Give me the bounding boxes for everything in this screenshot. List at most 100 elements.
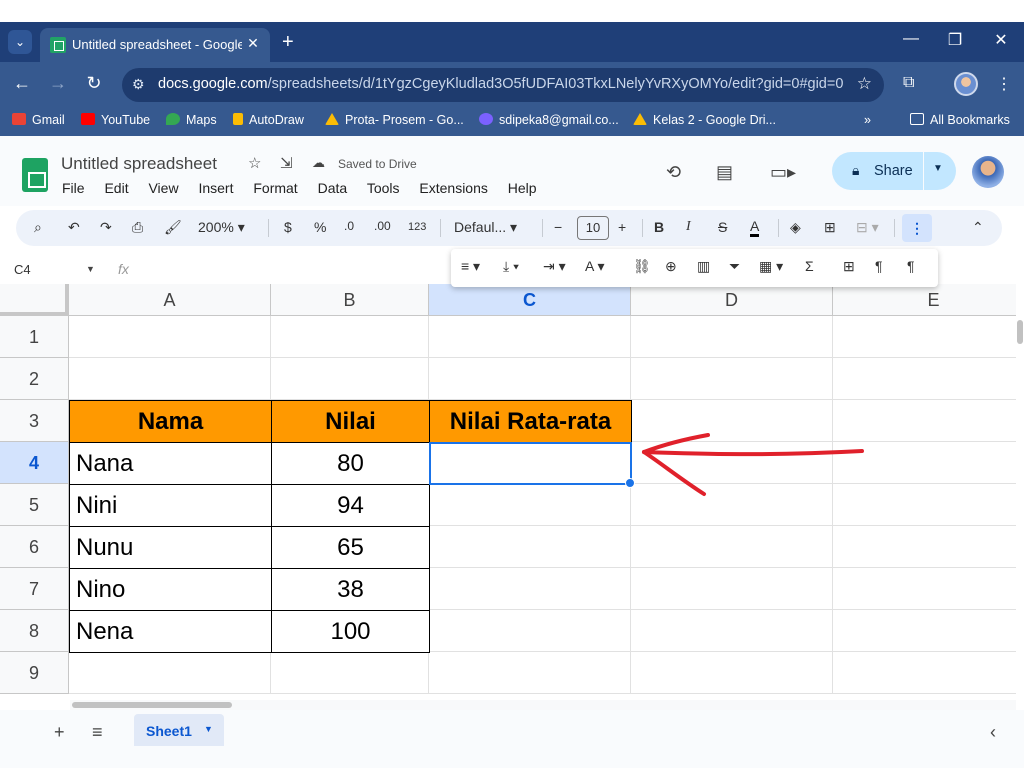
number-format-button[interactable]: 123 (408, 221, 426, 233)
all-sheets-icon[interactable]: ≡ (92, 722, 103, 743)
column-header-e[interactable]: E (833, 284, 1016, 316)
cell-a1[interactable] (69, 316, 271, 358)
cell-b2[interactable] (271, 358, 429, 400)
increase-font-size-button[interactable]: + (618, 219, 626, 235)
cell-b6[interactable]: 65 (271, 526, 430, 569)
comments-icon[interactable]: ▤ (716, 162, 733, 183)
cell-b7[interactable]: 38 (271, 568, 430, 611)
minimize-icon[interactable]: — (896, 30, 926, 48)
text-wrapping-icon[interactable]: ⇥ ▾ (543, 258, 566, 275)
all-bookmarks[interactable]: All Bookmarks (910, 113, 1010, 127)
menu-extensions[interactable]: Extensions (419, 180, 487, 196)
percent-format-button[interactable]: % (314, 219, 326, 235)
font-size-input[interactable]: 10 (577, 216, 609, 240)
back-arrow-icon[interactable]: ← (10, 73, 34, 94)
decrease-font-size-button[interactable]: − (554, 219, 562, 235)
zoom-select[interactable]: 200% ▾ (198, 219, 245, 236)
sheets-logo-icon[interactable] (22, 158, 48, 192)
search-menus-icon[interactable]: ⌕ (34, 219, 42, 236)
menu-format[interactable]: Format (253, 180, 297, 196)
row-header-5[interactable]: 5 (0, 484, 69, 526)
functions-icon[interactable]: Σ (805, 258, 814, 274)
menu-data[interactable]: Data (318, 180, 348, 196)
url-field[interactable]: ⚙ docs.google.com/spreadsheets/d/1tYgzCg… (122, 68, 884, 102)
text-color-button[interactable]: A (750, 219, 760, 237)
browser-tab[interactable]: Untitled spreadsheet - Google S ✕ (40, 28, 270, 62)
column-header-a[interactable]: A (69, 284, 271, 316)
bookmark-youtube[interactable]: YouTube (81, 113, 150, 127)
horizontal-align-icon[interactable]: ≡ ▾ (461, 258, 480, 275)
version-history-icon[interactable]: ⟲ (666, 162, 681, 183)
increase-decimal-button[interactable]: .00 (374, 219, 391, 233)
row-header-2[interactable]: 2 (0, 358, 69, 400)
row-header-4[interactable]: 4 (0, 442, 69, 484)
cell-a2[interactable] (69, 358, 271, 400)
browser-profile-avatar[interactable] (954, 72, 978, 96)
cell-e2[interactable] (833, 358, 1016, 400)
cell-a6[interactable]: Nunu (69, 526, 272, 569)
collapse-toolbar-icon[interactable]: ⌃ (972, 219, 984, 236)
tab-close-icon[interactable]: ✕ (244, 34, 262, 52)
horizontal-scroll-thumb[interactable] (72, 702, 232, 708)
cell-a9[interactable] (69, 652, 271, 694)
active-cell-selection[interactable] (429, 442, 635, 488)
bookmark-gmail[interactable]: Gmail (12, 113, 65, 127)
cell-c9[interactable] (429, 652, 631, 694)
sheet-tab-dropdown-icon[interactable]: ▼ (204, 724, 213, 734)
cell-e1[interactable] (833, 316, 1016, 358)
cell-d7[interactable] (631, 568, 833, 610)
menu-tools[interactable]: Tools (367, 180, 400, 196)
restore-icon[interactable]: ❐ (940, 30, 970, 50)
cell-c2[interactable] (429, 358, 631, 400)
cell-b1[interactable] (271, 316, 429, 358)
left-to-right-icon[interactable]: ¶ (875, 258, 883, 274)
undo-icon[interactable]: ↶ (68, 219, 80, 236)
header-cell-nilai-rata-rata[interactable]: Nilai Rata-rata (429, 400, 632, 443)
cell-a4[interactable]: Nana (69, 442, 272, 485)
column-header-b[interactable]: B (271, 284, 429, 316)
bookmark-prota[interactable]: Prota- Prosem - Go... (325, 113, 464, 127)
text-rotation-icon[interactable]: A ▾ (585, 258, 604, 275)
name-box-dropdown-icon[interactable]: ▼ (86, 264, 95, 274)
insert-link-icon[interactable]: ⛓︎ (633, 258, 651, 275)
row-header-1[interactable]: 1 (0, 316, 69, 358)
menu-help[interactable]: Help (508, 180, 537, 196)
merge-cells-icon[interactable]: ⊟ ▾ (856, 219, 879, 236)
cell-d1[interactable] (631, 316, 833, 358)
row-header-9[interactable]: 9 (0, 652, 69, 694)
redo-icon[interactable]: ↷ (100, 219, 112, 236)
site-info-icon[interactable]: ⚙ (132, 76, 145, 93)
document-title[interactable]: Untitled spreadsheet (61, 154, 217, 174)
move-folder-icon[interactable]: ⇲ (280, 154, 293, 172)
explore-collapse-icon[interactable]: ‹ (990, 722, 996, 743)
account-avatar[interactable] (972, 156, 1004, 188)
insert-comment-icon[interactable]: ⊕ (665, 258, 677, 275)
filter-icon[interactable]: ⏷ (729, 258, 740, 275)
decrease-decimal-button[interactable]: .0 (344, 219, 354, 233)
fill-color-icon[interactable]: ◈ (790, 219, 801, 236)
extensions-puzzle-icon[interactable]: ⧉ (903, 74, 914, 92)
share-button[interactable]: 🔒︎ Share ▼ (832, 152, 956, 190)
add-sheet-icon[interactable]: + (54, 722, 65, 743)
column-header-d[interactable]: D (631, 284, 833, 316)
more-tools-button[interactable]: ⋮ (902, 214, 932, 242)
cell-d8[interactable] (631, 610, 833, 652)
cell-a7[interactable]: Nino (69, 568, 272, 611)
cell-c7[interactable] (429, 568, 631, 610)
right-to-left-icon[interactable]: ¶ (907, 258, 915, 274)
bookmark-autodraw[interactable]: AutoDraw (233, 113, 304, 127)
star-icon[interactable]: ☆ (248, 154, 261, 172)
menu-insert[interactable]: Insert (198, 180, 233, 196)
row-header-8[interactable]: 8 (0, 610, 69, 652)
currency-format-button[interactable]: $ (284, 219, 292, 235)
strikethrough-button[interactable]: S (718, 219, 727, 235)
cell-d9[interactable] (631, 652, 833, 694)
cell-d2[interactable] (631, 358, 833, 400)
cell-b9[interactable] (271, 652, 429, 694)
bookmarks-overflow-icon[interactable]: » (864, 113, 871, 127)
new-tab-button[interactable]: + (282, 30, 294, 54)
vertical-scrollbar[interactable] (1016, 284, 1024, 704)
table-icon[interactable]: ⊞ (843, 258, 855, 275)
share-dropdown-icon[interactable]: ▼ (933, 163, 943, 174)
italic-button[interactable]: I (686, 219, 691, 235)
